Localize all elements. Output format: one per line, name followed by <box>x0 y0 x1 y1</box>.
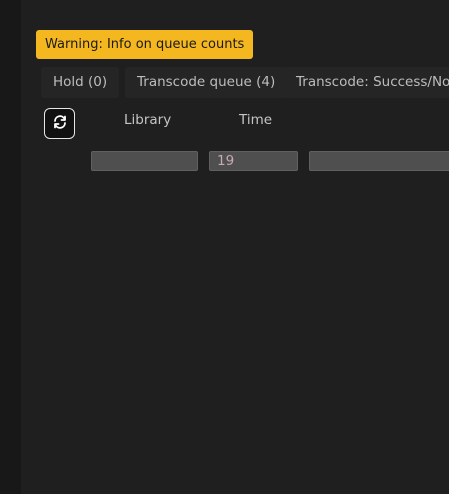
tab-transcode-success[interactable]: Transcode: Success/Not r <box>284 67 449 98</box>
library-filter-input[interactable] <box>91 151 198 171</box>
column-header-time[interactable]: Time <box>239 111 272 129</box>
extra-filter-input[interactable] <box>309 151 449 171</box>
left-sidebar-strip <box>0 0 21 494</box>
column-header-library[interactable]: Library <box>124 111 171 129</box>
tab-hold[interactable]: Hold (0) <box>41 67 120 98</box>
time-filter-input[interactable]: 19 <box>209 151 298 171</box>
main-panel: Warning: Info on queue counts Hold (0) T… <box>21 0 449 494</box>
tab-transcode-queue[interactable]: Transcode queue (4) <box>125 67 288 98</box>
warning-badge[interactable]: Warning: Info on queue counts <box>36 30 254 59</box>
refresh-button[interactable] <box>44 108 75 139</box>
refresh-icon <box>52 114 68 134</box>
